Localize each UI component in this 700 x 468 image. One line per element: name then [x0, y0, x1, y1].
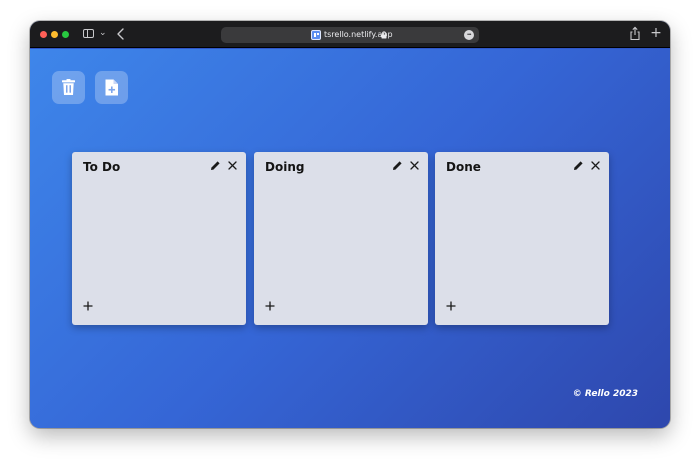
- new-tab-button[interactable]: +: [650, 26, 662, 40]
- delete-board-button[interactable]: [52, 71, 85, 104]
- minimize-window-button[interactable]: [51, 31, 58, 38]
- plus-icon[interactable]: [264, 300, 276, 312]
- site-favicon-icon: [311, 30, 321, 40]
- list-title[interactable]: To Do: [83, 160, 120, 175]
- list-card: Doing: [254, 152, 428, 325]
- close-icon[interactable]: [409, 160, 420, 171]
- browser-window: ⌄ tsrello.netlify.app +: [30, 21, 670, 428]
- file-plus-icon: [105, 79, 118, 96]
- share-button[interactable]: [629, 26, 641, 41]
- plus-icon[interactable]: [82, 300, 94, 312]
- more-options-icon[interactable]: [464, 29, 474, 41]
- zoom-window-button[interactable]: [62, 31, 69, 38]
- close-icon[interactable]: [590, 160, 601, 171]
- chevron-left-icon: [117, 28, 124, 40]
- sidebar-toggle-icon[interactable]: [83, 29, 94, 38]
- list-card: To Do: [72, 152, 246, 325]
- address-bar[interactable]: tsrello.netlify.app: [221, 27, 479, 43]
- copyright-footer: © Rello 2023: [572, 389, 638, 399]
- browser-toolbar: ⌄ tsrello.netlify.app +: [30, 21, 670, 48]
- trash-icon: [62, 79, 75, 95]
- back-button[interactable]: [114, 25, 128, 43]
- new-list-button[interactable]: [95, 71, 128, 104]
- pencil-icon[interactable]: [210, 160, 221, 171]
- pencil-icon[interactable]: [573, 160, 584, 171]
- pencil-icon[interactable]: [392, 160, 403, 171]
- chevron-down-icon[interactable]: ⌄: [99, 27, 107, 39]
- board-page: To Do Doing Done © Rello 2023: [30, 49, 670, 428]
- lock-icon: [381, 31, 387, 39]
- close-window-button[interactable]: [40, 31, 47, 38]
- share-icon: [630, 26, 640, 41]
- list-title[interactable]: Doing: [265, 160, 304, 175]
- list-title[interactable]: Done: [446, 160, 481, 175]
- list-card: Done: [435, 152, 609, 325]
- close-icon[interactable]: [227, 160, 238, 171]
- plus-icon[interactable]: [445, 300, 457, 312]
